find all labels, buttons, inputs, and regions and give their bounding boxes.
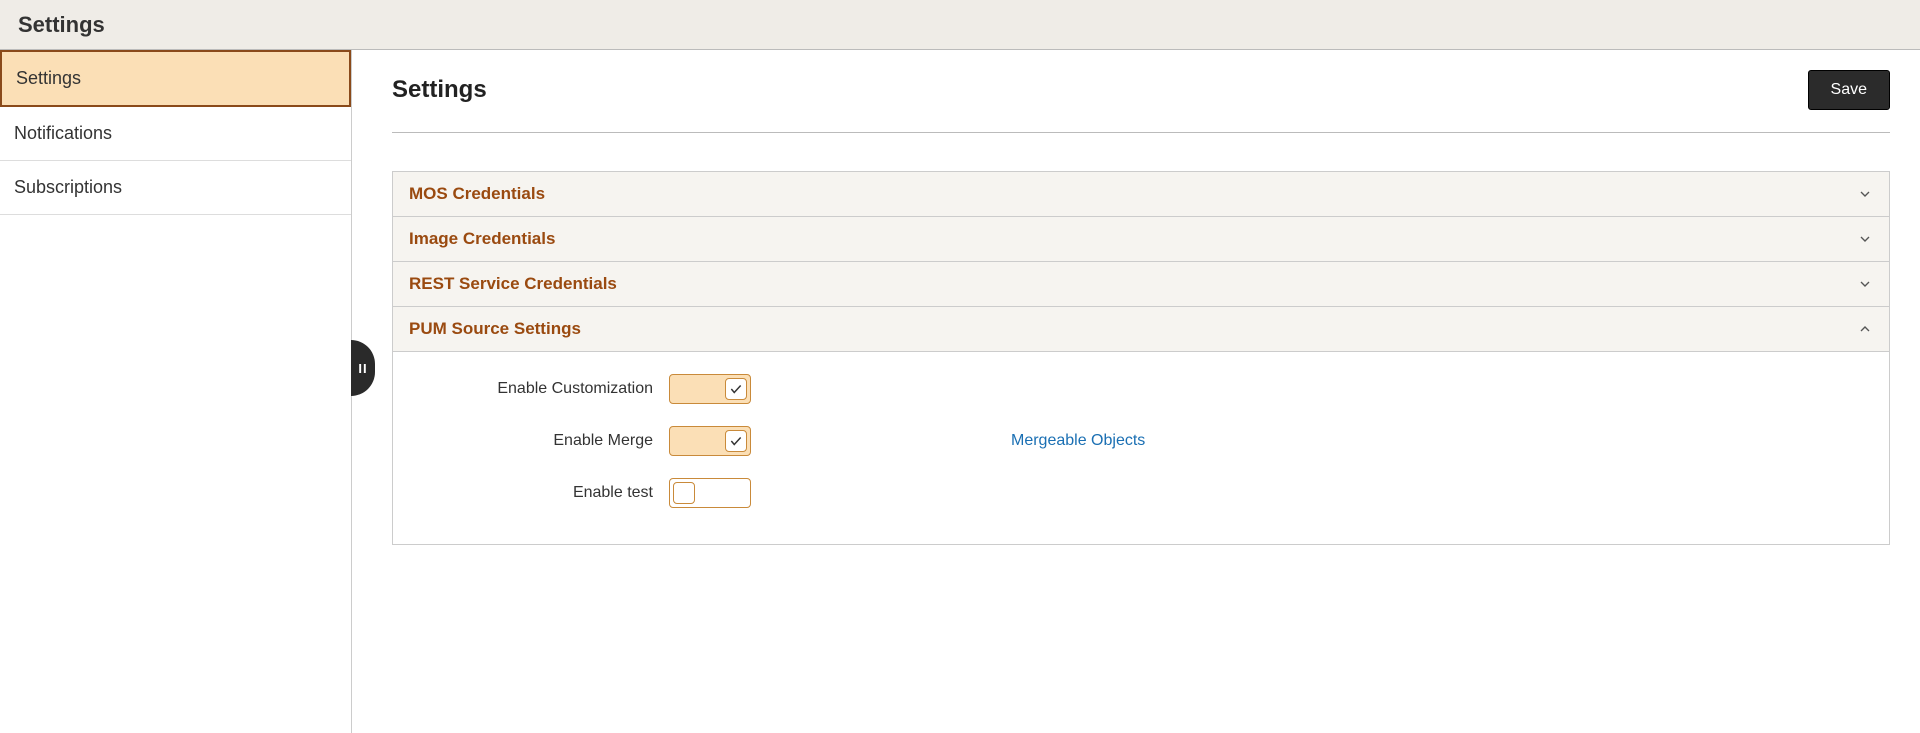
section-pum-body: Enable Customization Enable Merge bbox=[393, 352, 1889, 544]
enable-merge-toggle[interactable] bbox=[669, 426, 751, 456]
sidebar-item-settings[interactable]: Settings bbox=[0, 50, 351, 107]
enable-test-label: Enable test bbox=[409, 484, 669, 502]
chevron-down-icon bbox=[1857, 276, 1873, 292]
section-title: MOS Credentials bbox=[409, 184, 545, 204]
toggle-knob bbox=[673, 482, 695, 504]
main-layout: Settings Notifications Subscriptions II … bbox=[0, 50, 1920, 733]
pause-icon: II bbox=[358, 361, 367, 376]
sidebar-item-label: Notifications bbox=[14, 123, 112, 143]
enable-customization-toggle[interactable] bbox=[669, 374, 751, 404]
chevron-down-icon bbox=[1857, 231, 1873, 247]
section-title: REST Service Credentials bbox=[409, 274, 617, 294]
save-button[interactable]: Save bbox=[1808, 70, 1890, 110]
section-title: PUM Source Settings bbox=[409, 319, 581, 339]
mergeable-objects-cell: Mergeable Objects bbox=[1011, 432, 1145, 450]
section-rest-credentials[interactable]: REST Service Credentials bbox=[393, 262, 1889, 307]
chevron-down-icon bbox=[1857, 186, 1873, 202]
toggle-knob bbox=[725, 378, 747, 400]
mergeable-objects-link[interactable]: Mergeable Objects bbox=[1011, 432, 1145, 449]
row-enable-customization: Enable Customization bbox=[409, 374, 1873, 404]
section-image-credentials[interactable]: Image Credentials bbox=[393, 217, 1889, 262]
check-icon bbox=[729, 382, 743, 396]
sidebar-item-label: Subscriptions bbox=[14, 177, 122, 197]
chevron-up-icon bbox=[1857, 321, 1873, 337]
main-header: Settings Save bbox=[392, 70, 1890, 133]
section-mos-credentials[interactable]: MOS Credentials bbox=[393, 172, 1889, 217]
save-button-label: Save bbox=[1831, 81, 1867, 98]
sidebar-item-notifications[interactable]: Notifications bbox=[0, 107, 351, 161]
section-pum-settings[interactable]: PUM Source Settings bbox=[393, 307, 1889, 352]
row-enable-merge: Enable Merge Mergeable Objects bbox=[409, 426, 1873, 456]
row-enable-test: Enable test bbox=[409, 478, 1873, 508]
toggle-knob bbox=[725, 430, 747, 452]
sidebar-item-label: Settings bbox=[16, 68, 81, 88]
page-title: Settings bbox=[18, 12, 105, 38]
top-header: Settings bbox=[0, 0, 1920, 50]
settings-accordion: MOS Credentials Image Credentials REST S… bbox=[392, 171, 1890, 545]
main-content: Settings Save MOS Credentials Image Cred… bbox=[352, 50, 1920, 733]
check-icon bbox=[729, 434, 743, 448]
enable-merge-label: Enable Merge bbox=[409, 432, 669, 450]
enable-test-toggle[interactable] bbox=[669, 478, 751, 508]
section-title: Image Credentials bbox=[409, 229, 555, 249]
sidebar-item-subscriptions[interactable]: Subscriptions bbox=[0, 161, 351, 215]
sidebar: Settings Notifications Subscriptions II bbox=[0, 50, 352, 733]
main-title: Settings bbox=[392, 76, 487, 104]
enable-customization-label: Enable Customization bbox=[409, 380, 669, 398]
